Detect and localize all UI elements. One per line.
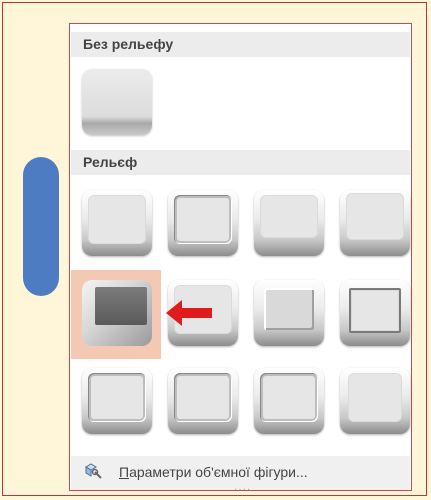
- section-header-no-bevel: Без рельефу: [71, 32, 410, 57]
- bevel-option-divot[interactable]: [82, 368, 152, 434]
- bevel-option-angle-selected[interactable]: [82, 280, 152, 346]
- bevel-option-riblet[interactable]: [168, 368, 238, 434]
- red-left-arrow-icon: [166, 300, 212, 326]
- bevel-gallery-panel: Без рельефу Рельєф Параметри об'ємної фі…: [69, 23, 412, 495]
- 3d-options-link[interactable]: Параметри об'ємної фігури...: [119, 464, 308, 480]
- blue-slider-handle[interactable]: [23, 157, 59, 296]
- bevel-option-art-deco[interactable]: [340, 368, 410, 434]
- section-header-bevel: Рельєф: [71, 150, 410, 175]
- cube-3d-settings-icon: [85, 463, 102, 479]
- bevel-option-cool-slant[interactable]: [340, 190, 410, 256]
- bevel-option-cross[interactable]: [254, 190, 324, 256]
- bevel-option-relaxed-inset[interactable]: [168, 190, 238, 256]
- bevel-option-slope[interactable]: [340, 280, 410, 346]
- bevel-option-convex[interactable]: [254, 280, 324, 346]
- bevel-none-option[interactable]: [82, 69, 152, 135]
- bevel-option-hard-edge[interactable]: [254, 368, 324, 434]
- bevel-option-circle[interactable]: [82, 190, 152, 256]
- resize-grip[interactable]: ····: [234, 485, 258, 495]
